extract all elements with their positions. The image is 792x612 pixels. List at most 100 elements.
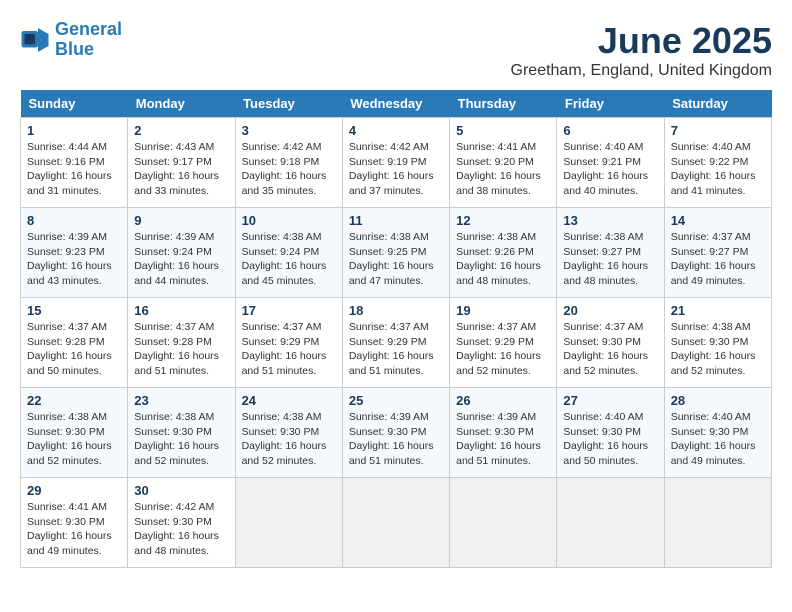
day-number: 9 — [134, 213, 228, 228]
calendar-week-row: 1 Sunrise: 4:44 AMSunset: 9:16 PMDaylight… — [21, 118, 772, 208]
day-info: Sunrise: 4:42 AMSunset: 9:19 PMDaylight:… — [349, 140, 443, 199]
calendar-day-cell: 8 Sunrise: 4:39 AMSunset: 9:23 PMDaylight… — [21, 208, 128, 298]
calendar-day-cell: 11Sunrise: 4:38 AMSunset: 9:25 PMDayligh… — [342, 208, 449, 298]
day-number: 7 — [671, 123, 765, 138]
calendar-day-cell: 15Sunrise: 4:37 AMSunset: 9:28 PMDayligh… — [21, 298, 128, 388]
day-info: Sunrise: 4:37 AMSunset: 9:29 PMDaylight:… — [456, 320, 550, 379]
day-number: 30 — [134, 483, 228, 498]
calendar-day-cell: 21 Sunrise: 4:38 AMSunset: 9:30 PMDayligh… — [664, 298, 771, 388]
day-info: Sunrise: 4:39 AMSunset: 9:23 PMDaylight:… — [27, 230, 121, 289]
day-info: Sunrise: 4:41 AMSunset: 9:30 PMDaylight:… — [27, 500, 121, 559]
day-info: Sunrise: 4:37 AMSunset: 9:29 PMDaylight:… — [349, 320, 443, 379]
day-number: 13 — [563, 213, 657, 228]
calendar-day-cell: 29Sunrise: 4:41 AMSunset: 9:30 PMDayligh… — [21, 478, 128, 568]
day-number: 27 — [563, 393, 657, 408]
weekday-header: Wednesday — [342, 90, 449, 118]
calendar-day-cell: 3 Sunrise: 4:42 AMSunset: 9:18 PMDaylight… — [235, 118, 342, 208]
calendar-day-cell: 7 Sunrise: 4:40 AMSunset: 9:22 PMDaylight… — [664, 118, 771, 208]
day-info: Sunrise: 4:38 AMSunset: 9:26 PMDaylight:… — [456, 230, 550, 289]
logo: General Blue — [20, 20, 122, 60]
day-info: Sunrise: 4:40 AMSunset: 9:30 PMDaylight:… — [563, 410, 657, 469]
logo-text: General Blue — [55, 20, 122, 60]
calendar-day-cell: 18 Sunrise: 4:37 AMSunset: 9:29 PMDayligh… — [342, 298, 449, 388]
day-info: Sunrise: 4:40 AMSunset: 9:22 PMDaylight:… — [671, 140, 765, 199]
day-info: Sunrise: 4:38 AMSunset: 9:30 PMDaylight:… — [671, 320, 765, 379]
calendar-day-cell: 1 Sunrise: 4:44 AMSunset: 9:16 PMDaylight… — [21, 118, 128, 208]
day-number: 19 — [456, 303, 550, 318]
day-info: Sunrise: 4:38 AMSunset: 9:25 PMDaylight:… — [349, 230, 443, 289]
day-number: 8 — [27, 213, 121, 228]
day-info: Sunrise: 4:42 AMSunset: 9:30 PMDaylight:… — [134, 500, 228, 559]
calendar-day-cell: 24 Sunrise: 4:38 AMSunset: 9:30 PMDayligh… — [235, 388, 342, 478]
calendar-day-cell: 23 Sunrise: 4:38 AMSunset: 9:30 PMDayligh… — [128, 388, 235, 478]
calendar-day-cell — [450, 478, 557, 568]
calendar-day-cell: 30 Sunrise: 4:42 AMSunset: 9:30 PMDayligh… — [128, 478, 235, 568]
day-info: Sunrise: 4:38 AMSunset: 9:27 PMDaylight:… — [563, 230, 657, 289]
calendar-day-cell: 4 Sunrise: 4:42 AMSunset: 9:19 PMDaylight… — [342, 118, 449, 208]
day-number: 18 — [349, 303, 443, 318]
calendar-day-cell: 6 Sunrise: 4:40 AMSunset: 9:21 PMDaylight… — [557, 118, 664, 208]
day-number: 26 — [456, 393, 550, 408]
calendar-day-cell: 5 Sunrise: 4:41 AMSunset: 9:20 PMDaylight… — [450, 118, 557, 208]
day-number: 20 — [563, 303, 657, 318]
day-info: Sunrise: 4:43 AMSunset: 9:17 PMDaylight:… — [134, 140, 228, 199]
calendar-day-cell: 2 Sunrise: 4:43 AMSunset: 9:17 PMDaylight… — [128, 118, 235, 208]
weekday-header: Friday — [557, 90, 664, 118]
day-number: 2 — [134, 123, 228, 138]
day-number: 12 — [456, 213, 550, 228]
day-number: 23 — [134, 393, 228, 408]
day-number: 3 — [242, 123, 336, 138]
calendar-day-cell: 25 Sunrise: 4:39 AMSunset: 9:30 PMDayligh… — [342, 388, 449, 478]
weekday-header: Sunday — [21, 90, 128, 118]
day-info: Sunrise: 4:37 AMSunset: 9:27 PMDaylight:… — [671, 230, 765, 289]
day-number: 10 — [242, 213, 336, 228]
day-number: 15 — [27, 303, 121, 318]
day-number: 21 — [671, 303, 765, 318]
logo-icon — [20, 25, 50, 55]
calendar-day-cell: 17 Sunrise: 4:37 AMSunset: 9:29 PMDayligh… — [235, 298, 342, 388]
day-info: Sunrise: 4:39 AMSunset: 9:30 PMDaylight:… — [349, 410, 443, 469]
day-number: 6 — [563, 123, 657, 138]
calendar-day-cell: 14Sunrise: 4:37 AMSunset: 9:27 PMDayligh… — [664, 208, 771, 298]
calendar-week-row: 22 Sunrise: 4:38 AMSunset: 9:30 PMDayligh… — [21, 388, 772, 478]
calendar-day-cell — [557, 478, 664, 568]
day-number: 24 — [242, 393, 336, 408]
day-info: Sunrise: 4:40 AMSunset: 9:21 PMDaylight:… — [563, 140, 657, 199]
day-info: Sunrise: 4:42 AMSunset: 9:18 PMDaylight:… — [242, 140, 336, 199]
day-number: 17 — [242, 303, 336, 318]
calendar-day-cell: 26 Sunrise: 4:39 AMSunset: 9:30 PMDayligh… — [450, 388, 557, 478]
calendar-day-cell — [664, 478, 771, 568]
day-info: Sunrise: 4:38 AMSunset: 9:30 PMDaylight:… — [134, 410, 228, 469]
day-number: 4 — [349, 123, 443, 138]
day-number: 25 — [349, 393, 443, 408]
day-number: 22 — [27, 393, 121, 408]
month-title: June 2025 — [511, 20, 772, 62]
calendar-week-row: 29Sunrise: 4:41 AMSunset: 9:30 PMDayligh… — [21, 478, 772, 568]
day-info: Sunrise: 4:44 AMSunset: 9:16 PMDaylight:… — [27, 140, 121, 199]
calendar-day-cell: 27 Sunrise: 4:40 AMSunset: 9:30 PMDayligh… — [557, 388, 664, 478]
day-info: Sunrise: 4:37 AMSunset: 9:29 PMDaylight:… — [242, 320, 336, 379]
calendar-table: SundayMondayTuesdayWednesdayThursdayFrid… — [20, 90, 772, 568]
calendar-day-cell: 22 Sunrise: 4:38 AMSunset: 9:30 PMDayligh… — [21, 388, 128, 478]
day-number: 5 — [456, 123, 550, 138]
day-number: 28 — [671, 393, 765, 408]
weekday-header: Saturday — [664, 90, 771, 118]
day-info: Sunrise: 4:38 AMSunset: 9:30 PMDaylight:… — [27, 410, 121, 469]
calendar-day-cell: 10 Sunrise: 4:38 AMSunset: 9:24 PMDayligh… — [235, 208, 342, 298]
title-block: June 2025 Greetham, England, United King… — [511, 20, 772, 80]
calendar-day-cell: 13 Sunrise: 4:38 AMSunset: 9:27 PMDayligh… — [557, 208, 664, 298]
day-info: Sunrise: 4:37 AMSunset: 9:28 PMDaylight:… — [134, 320, 228, 379]
calendar-day-cell — [342, 478, 449, 568]
day-number: 1 — [27, 123, 121, 138]
day-info: Sunrise: 4:38 AMSunset: 9:30 PMDaylight:… — [242, 410, 336, 469]
location: Greetham, England, United Kingdom — [511, 62, 772, 80]
day-info: Sunrise: 4:38 AMSunset: 9:24 PMDaylight:… — [242, 230, 336, 289]
day-info: Sunrise: 4:41 AMSunset: 9:20 PMDaylight:… — [456, 140, 550, 199]
logo-line1: General — [55, 20, 122, 40]
day-info: Sunrise: 4:37 AMSunset: 9:30 PMDaylight:… — [563, 320, 657, 379]
day-info: Sunrise: 4:39 AMSunset: 9:30 PMDaylight:… — [456, 410, 550, 469]
calendar-week-row: 15 Sunrise: 4:37 AMSunset: 9:28 PMDayligh… — [21, 298, 772, 388]
logo-line2: Blue — [55, 40, 122, 60]
calendar-day-cell: 16Sunrise: 4:37 AMSunset: 9:28 PMDayligh… — [128, 298, 235, 388]
weekday-header-row: SundayMondayTuesdayWednesdayThursdayFrid… — [21, 90, 772, 118]
